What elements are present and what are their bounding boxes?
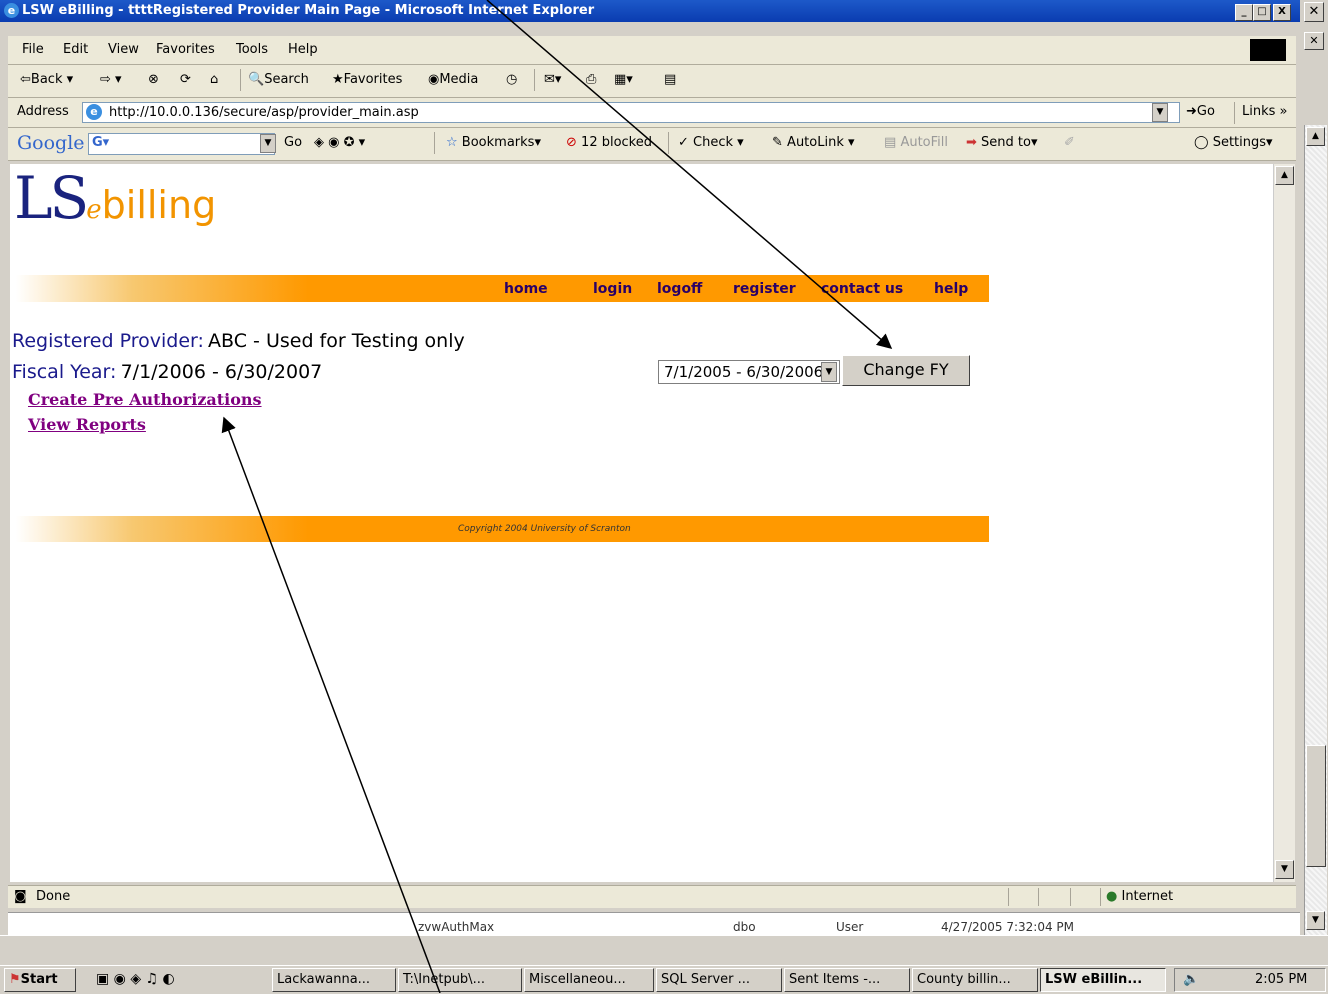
arrow-to-change-fy <box>486 0 893 349</box>
arrow-to-create-link <box>221 416 441 993</box>
annotation-arrows <box>221 0 893 993</box>
